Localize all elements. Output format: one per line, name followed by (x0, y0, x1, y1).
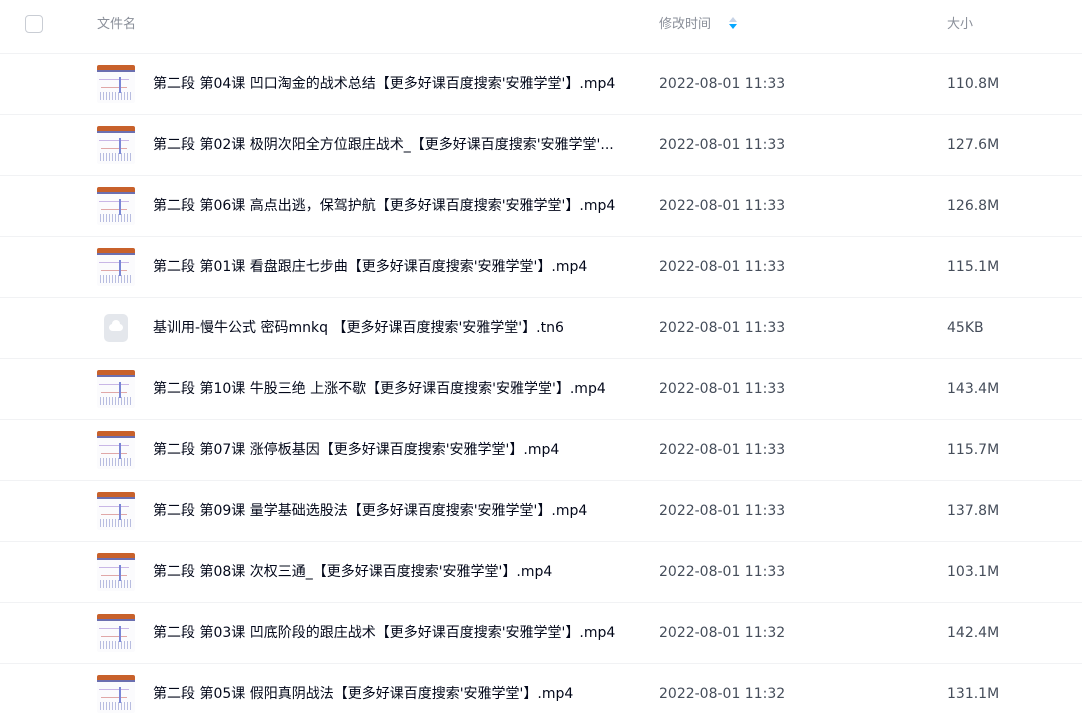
file-size: 142.4M (947, 625, 1000, 641)
file-size: 45KB (947, 320, 984, 336)
file-modified-time: 2022-08-01 11:33 (659, 198, 786, 214)
file-row[interactable]: 第二段 第04课 凹口淘金的战术总结【更多好课百度搜索'安雅学堂'】.mp4 20… (0, 54, 1082, 115)
file-name[interactable]: 第二段 第06课 高点出逃，保驾护航【更多好课百度搜索'安雅学堂'】.mp4 (153, 197, 633, 215)
video-thumbnail-icon (97, 187, 135, 225)
file-size: 131.1M (947, 686, 1000, 702)
file-rows: 第二段 第04课 凹口淘金的战术总结【更多好课百度搜索'安雅学堂'】.mp4 20… (0, 54, 1082, 721)
file-row[interactable]: 第二段 第06课 高点出逃，保驾护航【更多好课百度搜索'安雅学堂'】.mp4 20… (0, 176, 1082, 237)
file-size: 115.7M (947, 442, 1000, 458)
file-size: 110.8M (947, 76, 1000, 92)
file-name[interactable]: 基训用-慢牛公式 密码mnkq 【更多好课百度搜索'安雅学堂'】.tn6 (153, 319, 633, 337)
video-thumbnail-icon (97, 65, 135, 103)
video-thumbnail-icon (97, 431, 135, 469)
video-thumbnail-icon (97, 370, 135, 408)
file-modified-time: 2022-08-01 11:33 (659, 76, 786, 92)
file-modified-time: 2022-08-01 11:33 (659, 320, 786, 336)
file-modified-time: 2022-08-01 11:33 (659, 381, 786, 397)
file-size: 126.8M (947, 198, 1000, 214)
file-name[interactable]: 第二段 第03课 凹底阶段的跟庄战术【更多好课百度搜索'安雅学堂'】.mp4 (153, 624, 633, 642)
video-thumbnail-icon (97, 553, 135, 591)
file-row[interactable]: 第二段 第02课 极阴次阳全方位跟庄战术_【更多好课百度搜索'安雅学堂'... 2… (0, 115, 1082, 176)
file-name[interactable]: 第二段 第10课 牛股三绝 上涨不歇【更多好课百度搜索'安雅学堂'】.mp4 (153, 380, 633, 398)
file-modified-time: 2022-08-01 11:33 (659, 564, 786, 580)
file-row[interactable]: 第二段 第07课 涨停板基因【更多好课百度搜索'安雅学堂'】.mp4 2022-0… (0, 420, 1082, 481)
video-thumbnail-icon (97, 126, 135, 164)
file-size: 127.6M (947, 137, 1000, 153)
video-thumbnail-icon (97, 614, 135, 652)
file-modified-time: 2022-08-01 11:33 (659, 503, 786, 519)
file-row[interactable]: 第二段 第10课 牛股三绝 上涨不歇【更多好课百度搜索'安雅学堂'】.mp4 20… (0, 359, 1082, 420)
file-name[interactable]: 第二段 第09课 量学基础选股法【更多好课百度搜索'安雅学堂'】.mp4 (153, 502, 633, 520)
column-header-size[interactable]: 大小 (947, 16, 973, 34)
file-size: 137.8M (947, 503, 1000, 519)
file-list: 文件名 修改时间 大小 第二段 第04课 凹口淘金的战术总结【更多好课百度搜索'… (0, 0, 1082, 721)
file-row[interactable]: 第二段 第08课 次权三通_【更多好课百度搜索'安雅学堂'】.mp4 2022-0… (0, 542, 1082, 603)
file-name[interactable]: 第二段 第02课 极阴次阳全方位跟庄战术_【更多好课百度搜索'安雅学堂'... (153, 136, 633, 154)
video-thumbnail-icon (97, 675, 135, 713)
video-thumbnail-icon (97, 492, 135, 530)
select-all-checkbox[interactable] (25, 15, 43, 33)
column-header-name[interactable]: 文件名 (97, 16, 136, 34)
file-name[interactable]: 第二段 第07课 涨停板基因【更多好课百度搜索'安雅学堂'】.mp4 (153, 441, 633, 459)
file-list-header: 文件名 修改时间 大小 (0, 0, 1082, 54)
sort-icon[interactable] (729, 17, 737, 31)
file-row[interactable]: 基训用-慢牛公式 密码mnkq 【更多好课百度搜索'安雅学堂'】.tn6 2022… (0, 298, 1082, 359)
cloud-file-icon (104, 314, 128, 342)
file-modified-time: 2022-08-01 11:33 (659, 137, 786, 153)
file-size: 103.1M (947, 564, 1000, 580)
file-row[interactable]: 第二段 第03课 凹底阶段的跟庄战术【更多好课百度搜索'安雅学堂'】.mp4 20… (0, 603, 1082, 664)
video-thumbnail-icon (97, 248, 135, 286)
file-modified-time: 2022-08-01 11:32 (659, 686, 786, 702)
file-row[interactable]: 第二段 第09课 量学基础选股法【更多好课百度搜索'安雅学堂'】.mp4 2022… (0, 481, 1082, 542)
file-row[interactable]: 第二段 第05课 假阳真阴战法【更多好课百度搜索'安雅学堂'】.mp4 2022-… (0, 664, 1082, 721)
file-name[interactable]: 第二段 第05课 假阳真阴战法【更多好课百度搜索'安雅学堂'】.mp4 (153, 685, 633, 703)
file-modified-time: 2022-08-01 11:32 (659, 625, 786, 641)
file-modified-time: 2022-08-01 11:33 (659, 259, 786, 275)
file-name[interactable]: 第二段 第04课 凹口淘金的战术总结【更多好课百度搜索'安雅学堂'】.mp4 (153, 75, 633, 93)
file-modified-time: 2022-08-01 11:33 (659, 442, 786, 458)
file-size: 143.4M (947, 381, 1000, 397)
column-header-modified-time[interactable]: 修改时间 (659, 16, 711, 34)
file-name[interactable]: 第二段 第08课 次权三通_【更多好课百度搜索'安雅学堂'】.mp4 (153, 563, 633, 581)
file-row[interactable]: 第二段 第01课 看盘跟庄七步曲【更多好课百度搜索'安雅学堂'】.mp4 2022… (0, 237, 1082, 298)
file-name[interactable]: 第二段 第01课 看盘跟庄七步曲【更多好课百度搜索'安雅学堂'】.mp4 (153, 258, 633, 276)
file-size: 115.1M (947, 259, 1000, 275)
